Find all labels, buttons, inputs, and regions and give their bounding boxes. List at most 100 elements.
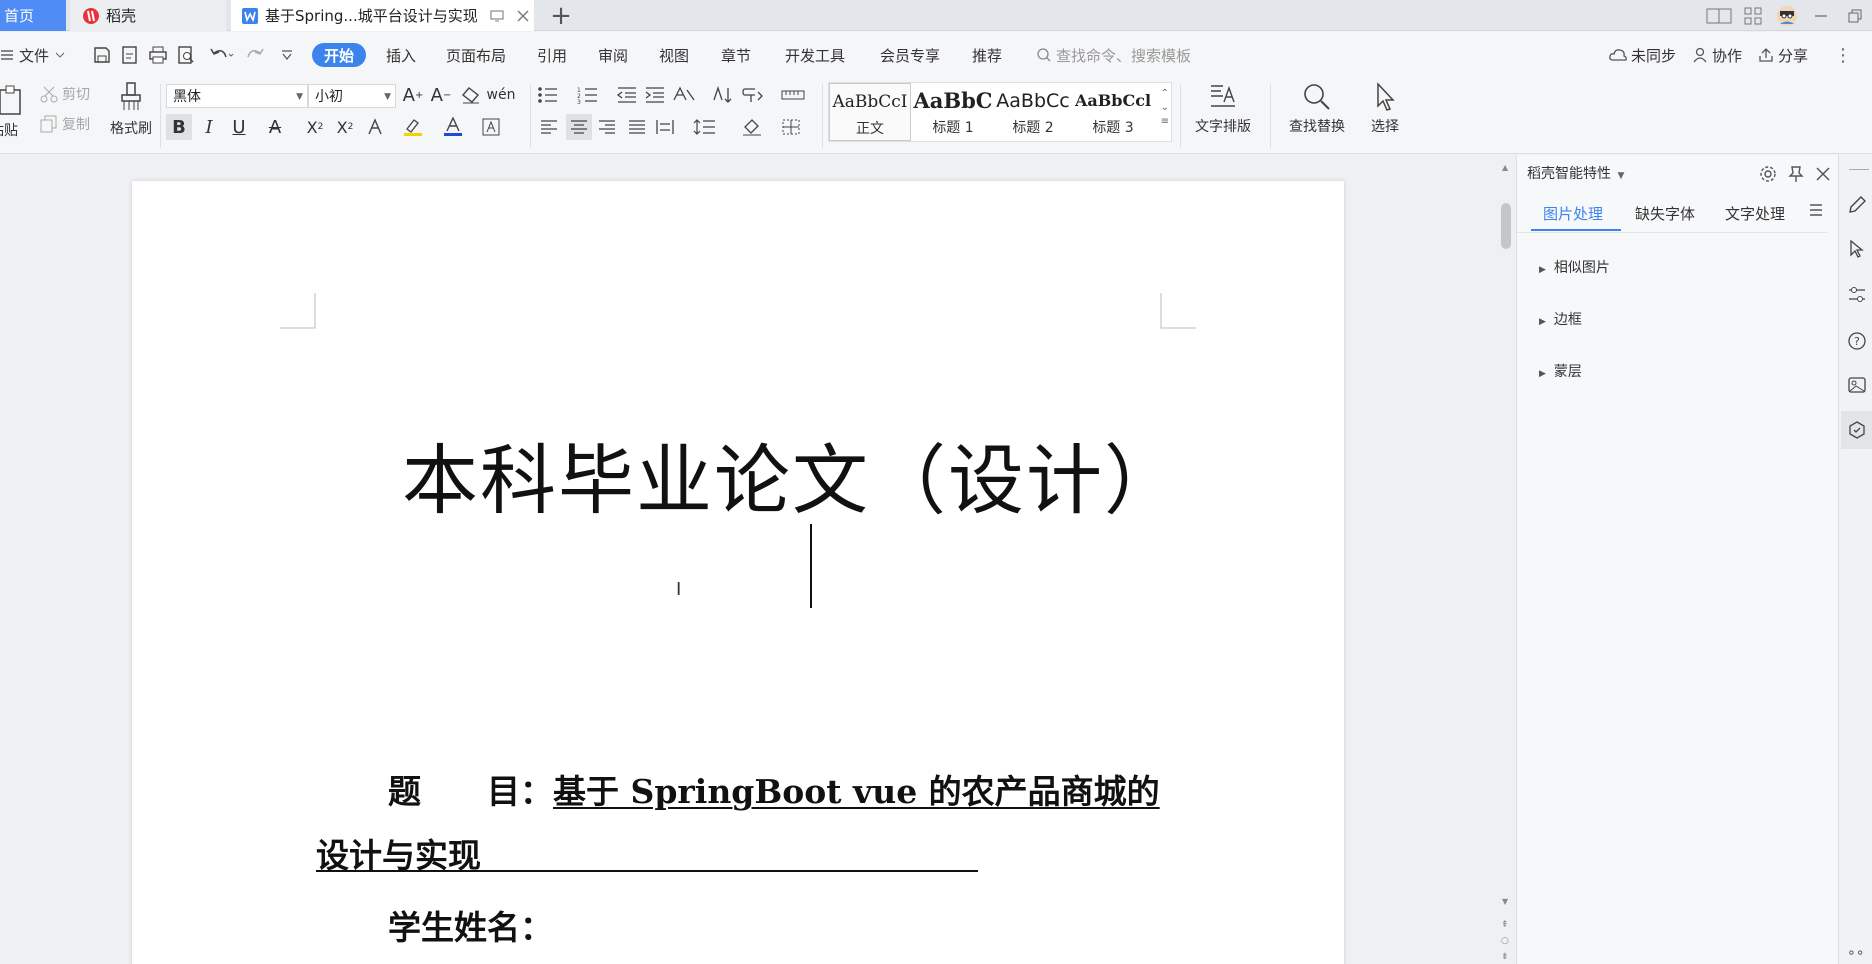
more-vertical-icon[interactable]: ⋮ bbox=[1834, 43, 1852, 67]
increase-indent-icon[interactable] bbox=[642, 82, 668, 108]
quick-access-more-icon[interactable] bbox=[280, 43, 294, 67]
document-title[interactable]: 本科毕业论文（设计） bbox=[402, 419, 1182, 529]
subscript-icon[interactable]: X2 bbox=[332, 114, 358, 140]
align-center-icon[interactable] bbox=[566, 114, 592, 140]
shading-icon[interactable] bbox=[740, 114, 766, 140]
styles-scroll-icon[interactable]: ⌃ ⌄ ≡ bbox=[1161, 87, 1169, 129]
font-name-select[interactable]: 黑体 ▼ bbox=[166, 84, 308, 108]
sort-icon[interactable] bbox=[710, 82, 736, 108]
redo-icon[interactable] bbox=[244, 43, 266, 67]
smart-features-toggle[interactable] bbox=[1841, 411, 1872, 449]
apps-grid-icon[interactable] bbox=[1736, 0, 1770, 31]
screen-icon[interactable] bbox=[490, 9, 504, 23]
panel-item-border[interactable]: ▶ 边框 bbox=[1539, 309, 1582, 329]
document-scrollbar[interactable]: ▲ ▼ ⇞ ○ ⇟ bbox=[1498, 155, 1514, 964]
topic-line-1[interactable]: 题 目：基于 SpringBoot vue 的农产品商城的 bbox=[388, 765, 1160, 813]
share-button[interactable]: 分享 bbox=[1758, 43, 1808, 67]
panel-tab-missing-fonts[interactable]: 缺失字体 bbox=[1635, 203, 1695, 224]
paste-button[interactable]: 粘贴 bbox=[0, 120, 18, 140]
clear-format-icon[interactable] bbox=[458, 82, 484, 108]
menu-list-icon[interactable] bbox=[1809, 203, 1823, 217]
show-marks-icon[interactable] bbox=[740, 82, 766, 108]
file-menu[interactable]: 文件 bbox=[0, 43, 65, 67]
panel-item-similar-images[interactable]: ▶ 相似图片 bbox=[1539, 257, 1610, 277]
bold-icon[interactable]: B bbox=[166, 114, 192, 140]
style-heading-3[interactable]: AaBbCcl 标题 3 bbox=[1073, 83, 1153, 141]
minimize-icon[interactable] bbox=[1804, 0, 1838, 31]
bullet-list-icon[interactable] bbox=[536, 82, 562, 108]
text-layout-button[interactable]: 文字排版 bbox=[1188, 82, 1258, 136]
undo-icon[interactable] bbox=[208, 43, 234, 67]
restore-icon[interactable] bbox=[1838, 0, 1872, 31]
tab-insert[interactable]: 插入 bbox=[386, 43, 416, 67]
reading-mode-icon[interactable] bbox=[1702, 0, 1736, 31]
pointer-icon[interactable] bbox=[1847, 239, 1867, 259]
italic-icon[interactable]: I bbox=[196, 114, 222, 140]
style-normal[interactable]: AaBbCcI 正文 bbox=[829, 83, 911, 141]
tab-daoke[interactable]: 稻壳 bbox=[70, 0, 226, 31]
tab-start[interactable]: 开始 bbox=[312, 43, 367, 67]
tab-developer[interactable]: 开发工具 bbox=[785, 43, 845, 67]
highlight-icon[interactable] bbox=[400, 114, 426, 140]
align-left-icon[interactable] bbox=[536, 114, 562, 140]
new-tab-button[interactable]: + bbox=[548, 0, 574, 31]
tab-chapter[interactable]: 章节 bbox=[721, 43, 751, 67]
cut-button[interactable]: 剪切 bbox=[40, 84, 90, 104]
tab-view[interactable]: 视图 bbox=[659, 43, 689, 67]
print-icon[interactable] bbox=[148, 43, 168, 67]
style-heading-2[interactable]: AaBbCc 标题 2 bbox=[993, 83, 1073, 141]
format-painter-button[interactable]: 格式刷 bbox=[110, 82, 152, 138]
sliders-icon[interactable] bbox=[1847, 285, 1867, 305]
panel-tab-image[interactable]: 图片处理 bbox=[1543, 203, 1603, 224]
pin-icon[interactable] bbox=[1787, 165, 1805, 183]
print-preview-icon[interactable] bbox=[176, 43, 196, 67]
tab-document[interactable]: 基于Spring...城平台设计与实现 bbox=[231, 0, 534, 31]
tab-home[interactable]: 首页 bbox=[0, 0, 66, 31]
grow-font-icon[interactable]: A + bbox=[400, 82, 426, 108]
paste-icon[interactable] bbox=[0, 84, 24, 116]
borders-icon[interactable] bbox=[778, 114, 804, 140]
superscript-icon[interactable]: X2 bbox=[302, 114, 328, 140]
justify-icon[interactable] bbox=[624, 114, 650, 140]
save-icon[interactable] bbox=[92, 43, 112, 67]
student-name-line[interactable]: 学生姓名： bbox=[388, 901, 553, 949]
collab-button[interactable]: 协作 bbox=[1692, 43, 1742, 67]
scroll-down-icon[interactable]: ▼ bbox=[1502, 897, 1508, 906]
phonetic-guide-icon[interactable]: wén bbox=[487, 82, 516, 108]
avatar[interactable] bbox=[1770, 0, 1804, 31]
line-spacing-icon[interactable] bbox=[692, 114, 718, 140]
text-effect-icon[interactable] bbox=[362, 114, 388, 140]
decrease-indent-icon[interactable] bbox=[614, 82, 640, 108]
more-icon[interactable]: ∘∘ bbox=[1847, 945, 1865, 961]
export-pdf-icon[interactable] bbox=[120, 43, 140, 67]
strikethrough-icon[interactable]: A bbox=[262, 114, 288, 140]
command-search[interactable]: 查找命令、搜索模板 bbox=[1036, 43, 1191, 67]
help-icon[interactable]: ? bbox=[1847, 331, 1867, 351]
image-tools-icon[interactable] bbox=[1847, 375, 1867, 395]
close-tab-icon[interactable] bbox=[516, 9, 530, 23]
panel-title[interactable]: 稻壳智能特性 ▼ bbox=[1527, 163, 1624, 183]
tab-references[interactable]: 引用 bbox=[537, 43, 567, 67]
style-heading-1[interactable]: AaBbC 标题 1 bbox=[913, 83, 993, 141]
pen-icon[interactable] bbox=[1847, 195, 1867, 215]
select-button[interactable]: 选择 bbox=[1360, 82, 1410, 136]
underline-icon[interactable]: U bbox=[226, 114, 252, 140]
text-direction-icon[interactable] bbox=[672, 82, 698, 108]
tab-review[interactable]: 审阅 bbox=[598, 43, 628, 67]
document-page[interactable]: 本科毕业论文（设计） I 题 目：基于 SpringBoot vue 的农产品商… bbox=[132, 181, 1344, 964]
distributed-align-icon[interactable] bbox=[652, 114, 678, 140]
page-nav-icons[interactable]: ⇞ ○ ⇟ bbox=[1501, 917, 1509, 964]
char-border-icon[interactable] bbox=[478, 114, 504, 140]
numbered-list-icon[interactable]: 123 bbox=[576, 82, 602, 108]
find-replace-button[interactable]: 查找替换 bbox=[1280, 82, 1354, 136]
panel-item-mask[interactable]: ▶ 蒙层 bbox=[1539, 361, 1582, 381]
tab-member[interactable]: 会员专享 bbox=[880, 43, 940, 67]
align-right-icon[interactable] bbox=[594, 114, 620, 140]
scrollbar-thumb[interactable] bbox=[1501, 203, 1511, 249]
panel-tab-text-processing[interactable]: 文字处理 bbox=[1725, 203, 1785, 224]
copy-button[interactable]: 复制 bbox=[40, 114, 90, 134]
table-ruler-icon[interactable] bbox=[780, 82, 806, 108]
sync-status-button[interactable]: 未同步 bbox=[1608, 43, 1676, 67]
tab-page-layout[interactable]: 页面布局 bbox=[446, 43, 506, 67]
shrink-font-icon[interactable]: A − bbox=[428, 82, 454, 108]
